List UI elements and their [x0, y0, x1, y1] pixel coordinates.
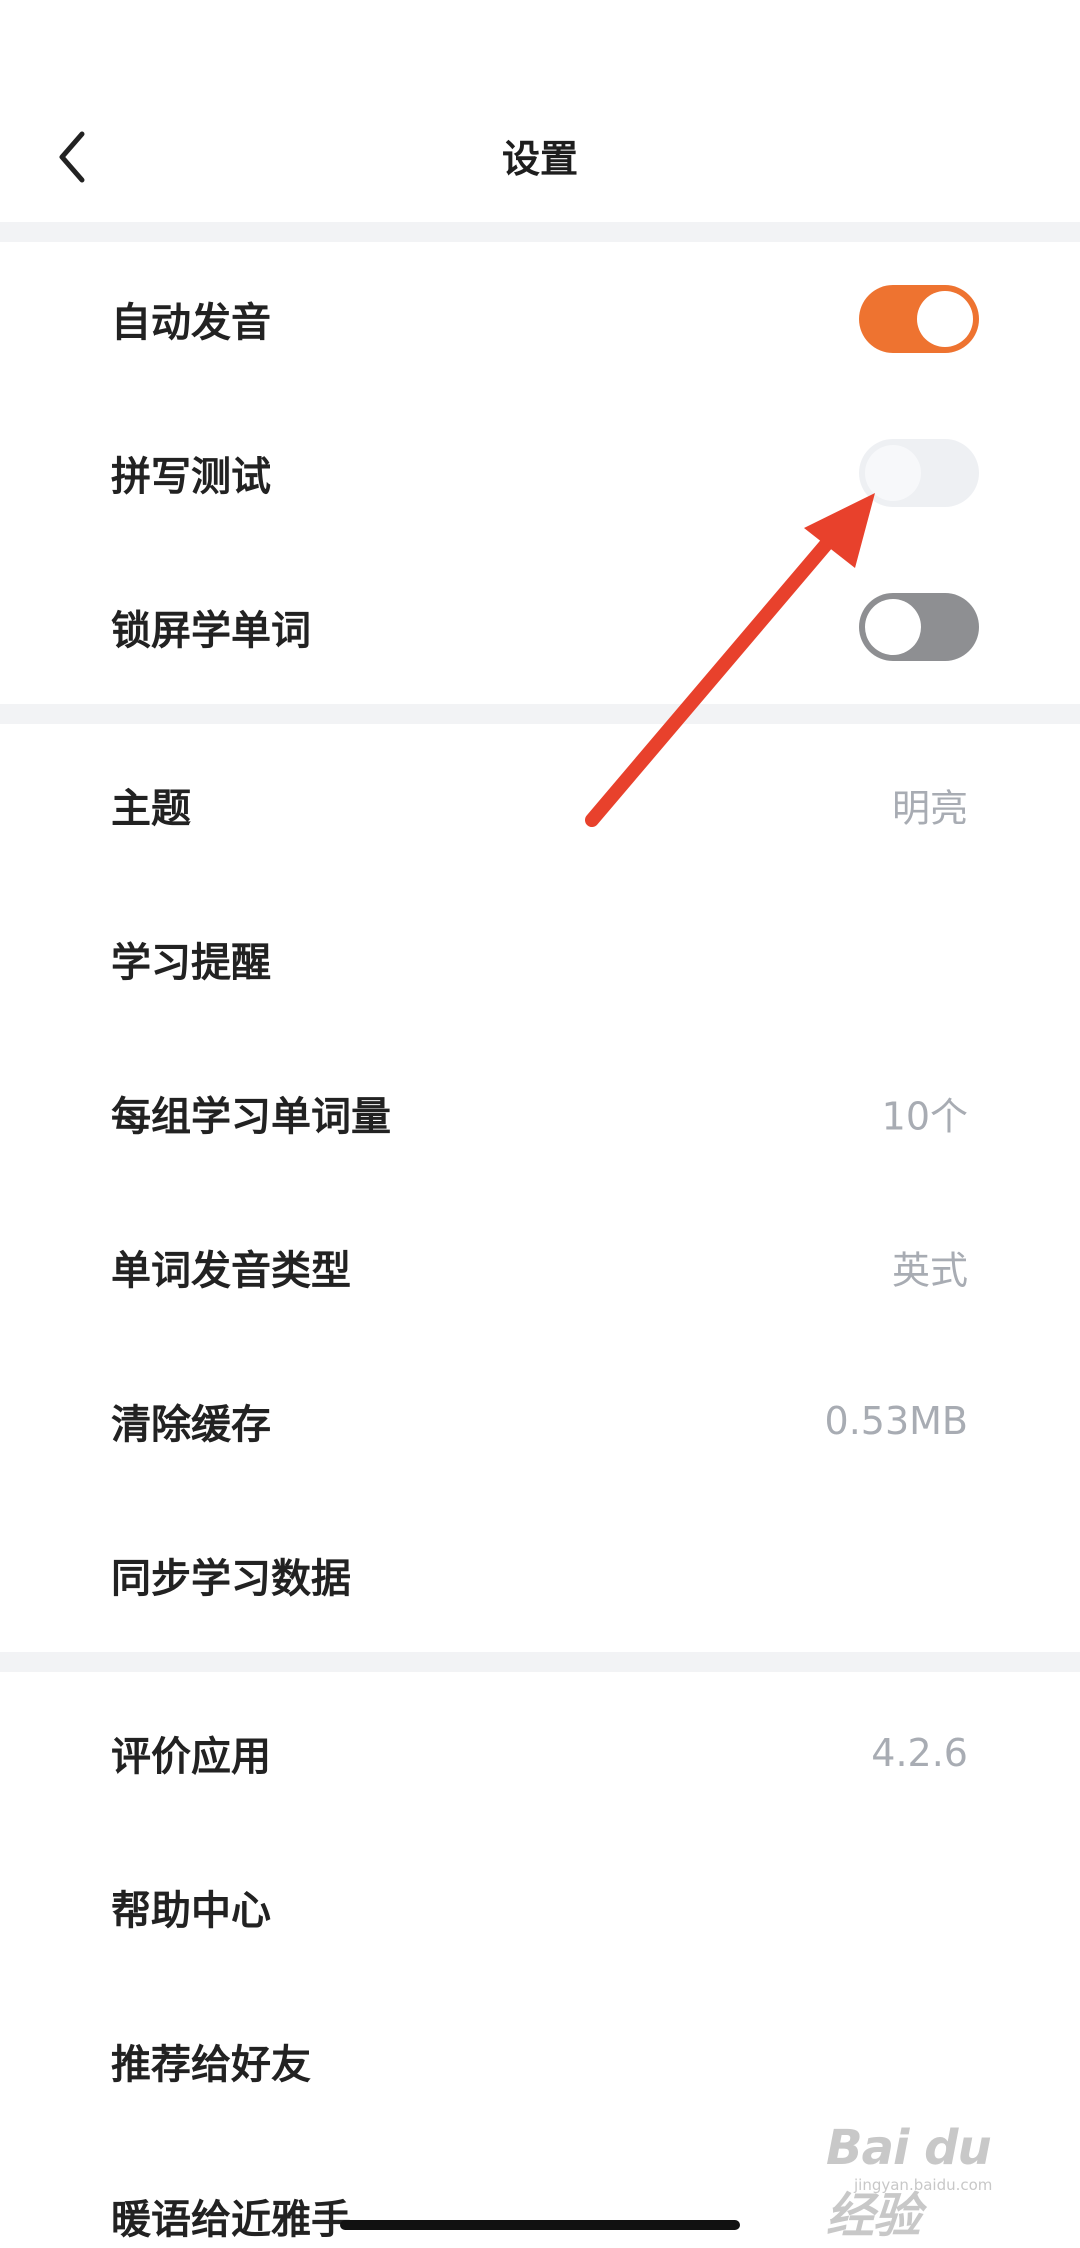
annotation-arrow-icon	[585, 493, 875, 827]
baidu-jingyan-watermark: Bai du 经验 jingyan.baidu.com	[826, 2120, 1026, 2244]
watermark-url: jingyan.baidu.com	[854, 2176, 993, 2194]
home-indicator[interactable]	[340, 2220, 740, 2230]
